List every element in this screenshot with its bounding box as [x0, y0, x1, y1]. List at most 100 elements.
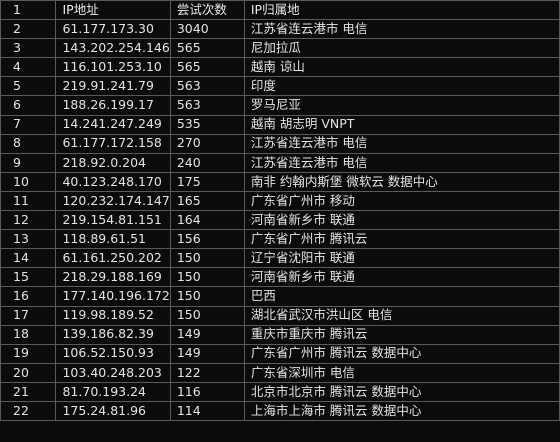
ip-cell[interactable]: 218.92.0.204	[55, 152, 171, 173]
row-number-cell[interactable]: 2	[0, 19, 57, 40]
location-cell[interactable]: 重庆市重庆市 腾讯云	[243, 324, 560, 345]
row-number-cell[interactable]: 10	[0, 171, 57, 192]
row-number-cell[interactable]: 1	[0, 0, 57, 21]
location-cell[interactable]: 北京市北京市 腾讯云 数据中心	[243, 381, 560, 402]
location-cell[interactable]: 广东省广州市 腾讯云	[243, 229, 560, 250]
row-number-cell[interactable]: 11	[0, 190, 57, 212]
ip-cell[interactable]: 218.29.188.169	[55, 267, 171, 288]
header-attempts[interactable]: 尝试次数	[169, 0, 245, 21]
header-row: 1 IP地址 尝试次数 IP归属地	[0, 0, 560, 21]
location-cell[interactable]: 尼加拉瓜	[243, 38, 560, 59]
attempts-cell[interactable]: 164	[169, 210, 245, 231]
ip-cell[interactable]: 119.98.189.52	[55, 305, 171, 326]
location-cell[interactable]: 河南省新乡市 联通	[243, 267, 560, 288]
table-row: 5 219.91.241.79 563 印度	[0, 76, 560, 97]
header-ip[interactable]: IP地址	[55, 0, 171, 21]
location-cell[interactable]: 巴西	[243, 286, 560, 307]
table-row: 7 14.241.247.249 535 越南 胡志明 VNPT	[0, 114, 560, 135]
ip-cell[interactable]: 143.202.254.146	[55, 38, 171, 59]
ip-cell[interactable]: 61.177.173.30	[55, 19, 171, 40]
ip-cell[interactable]: 139.186.82.39	[55, 324, 171, 345]
attempts-cell[interactable]: 150	[169, 286, 245, 307]
attempts-cell[interactable]: 149	[169, 324, 245, 345]
location-cell[interactable]: 河南省新乡市 联通	[243, 210, 560, 231]
attempts-cell[interactable]: 535	[169, 114, 245, 135]
attempts-cell[interactable]: 114	[169, 400, 245, 422]
ip-cell[interactable]: 118.89.61.51	[55, 229, 171, 250]
location-cell[interactable]: 越南 谅山	[243, 57, 560, 78]
attempts-cell[interactable]: 150	[169, 305, 245, 326]
location-cell[interactable]: 广东省广州市 移动	[243, 190, 560, 212]
row-number-cell[interactable]: 13	[0, 229, 57, 250]
ip-cell[interactable]: 188.26.199.17	[55, 95, 171, 116]
attempts-cell[interactable]: 150	[169, 248, 245, 269]
row-number-cell[interactable]: 5	[0, 76, 57, 97]
row-number-cell[interactable]: 12	[0, 210, 57, 231]
row-number-cell[interactable]: 4	[0, 57, 57, 78]
location-cell[interactable]: 上海市上海市 腾讯云 数据中心	[243, 400, 560, 422]
location-cell[interactable]: 湖北省武汉市洪山区 电信	[243, 305, 560, 326]
row-number-cell[interactable]: 17	[0, 305, 57, 326]
location-cell[interactable]: 印度	[243, 76, 560, 97]
ip-cell[interactable]: 61.161.250.202	[55, 248, 171, 269]
attempts-cell[interactable]: 175	[169, 171, 245, 192]
location-cell[interactable]: 南非 约翰内斯堡 微软云 数据中心	[243, 171, 560, 192]
attempts-cell[interactable]: 149	[169, 343, 245, 364]
row-number-cell[interactable]: 16	[0, 286, 57, 307]
ip-cell[interactable]: 175.24.81.96	[55, 400, 171, 422]
ip-cell[interactable]: 61.177.172.158	[55, 133, 171, 154]
location-cell[interactable]: 江苏省连云港市 电信	[243, 152, 560, 173]
attempts-cell[interactable]: 122	[169, 362, 245, 383]
table-row: 20 103.40.248.203 122 广东省深圳市 电信	[0, 362, 560, 383]
attempts-cell[interactable]: 116	[169, 381, 245, 402]
table-row: 13 118.89.61.51 156 广东省广州市 腾讯云	[0, 229, 560, 250]
row-number-cell[interactable]: 14	[0, 248, 57, 269]
table-row: 17 119.98.189.52 150 湖北省武汉市洪山区 电信	[0, 305, 560, 326]
attempts-cell[interactable]: 150	[169, 267, 245, 288]
location-cell[interactable]: 广东省深圳市 电信	[243, 362, 560, 383]
location-cell[interactable]: 罗马尼亚	[243, 95, 560, 116]
ip-cell[interactable]: 219.154.81.151	[55, 210, 171, 231]
table-row: 21 81.70.193.24 116 北京市北京市 腾讯云 数据中心	[0, 381, 560, 402]
ip-cell[interactable]: 219.91.241.79	[55, 76, 171, 97]
row-number-cell[interactable]: 15	[0, 267, 57, 288]
header-location[interactable]: IP归属地	[243, 0, 560, 21]
attempts-cell[interactable]: 563	[169, 95, 245, 116]
attempts-cell[interactable]: 565	[169, 38, 245, 59]
attempts-cell[interactable]: 240	[169, 152, 245, 173]
location-cell[interactable]: 越南 胡志明 VNPT	[243, 114, 560, 135]
location-cell[interactable]: 江苏省连云港市 电信	[243, 133, 560, 154]
ip-cell[interactable]: 106.52.150.93	[55, 343, 171, 364]
table-row: 10 40.123.248.170 175 南非 约翰内斯堡 微软云 数据中心	[0, 171, 560, 192]
attempts-cell[interactable]: 3040	[169, 19, 245, 40]
ip-cell[interactable]: 116.101.253.10	[55, 57, 171, 78]
attempts-cell[interactable]: 565	[169, 57, 245, 78]
location-cell[interactable]: 江苏省连云港市 电信	[243, 19, 560, 40]
row-number-cell[interactable]: 3	[0, 38, 57, 59]
row-number-cell[interactable]: 18	[0, 324, 57, 345]
ip-cell[interactable]: 103.40.248.203	[55, 362, 171, 383]
ip-cell[interactable]: 81.70.193.24	[55, 381, 171, 402]
location-cell[interactable]: 辽宁省沈阳市 联通	[243, 248, 560, 269]
row-number-cell[interactable]: 7	[0, 114, 57, 135]
row-number-cell[interactable]: 22	[0, 400, 57, 422]
row-number-cell[interactable]: 8	[0, 133, 57, 154]
row-number-cell[interactable]: 6	[0, 95, 57, 116]
row-number-cell[interactable]: 9	[0, 152, 57, 173]
table-row: 22 175.24.81.96 114 上海市上海市 腾讯云 数据中心	[0, 400, 560, 422]
location-cell[interactable]: 广东省广州市 腾讯云 数据中心	[243, 343, 560, 364]
table-row: 6 188.26.199.17 563 罗马尼亚	[0, 95, 560, 116]
attempts-cell[interactable]: 165	[169, 190, 245, 212]
ip-cell[interactable]: 177.140.196.172	[55, 286, 171, 307]
ip-cell[interactable]: 120.232.174.147	[55, 190, 171, 212]
row-number-cell[interactable]: 21	[0, 381, 57, 402]
ip-attempts-table: 1 IP地址 尝试次数 IP归属地 2 61.177.173.30 3040 江苏省连…	[0, 0, 560, 422]
table-row: 12 219.154.81.151 164 河南省新乡市 联通	[0, 210, 560, 231]
ip-cell[interactable]: 40.123.248.170	[55, 171, 171, 192]
row-number-cell[interactable]: 19	[0, 343, 57, 364]
attempts-cell[interactable]: 563	[169, 76, 245, 97]
attempts-cell[interactable]: 270	[169, 133, 245, 154]
row-number-cell[interactable]: 20	[0, 362, 57, 383]
attempts-cell[interactable]: 156	[169, 229, 245, 250]
ip-cell[interactable]: 14.241.247.249	[55, 114, 171, 135]
